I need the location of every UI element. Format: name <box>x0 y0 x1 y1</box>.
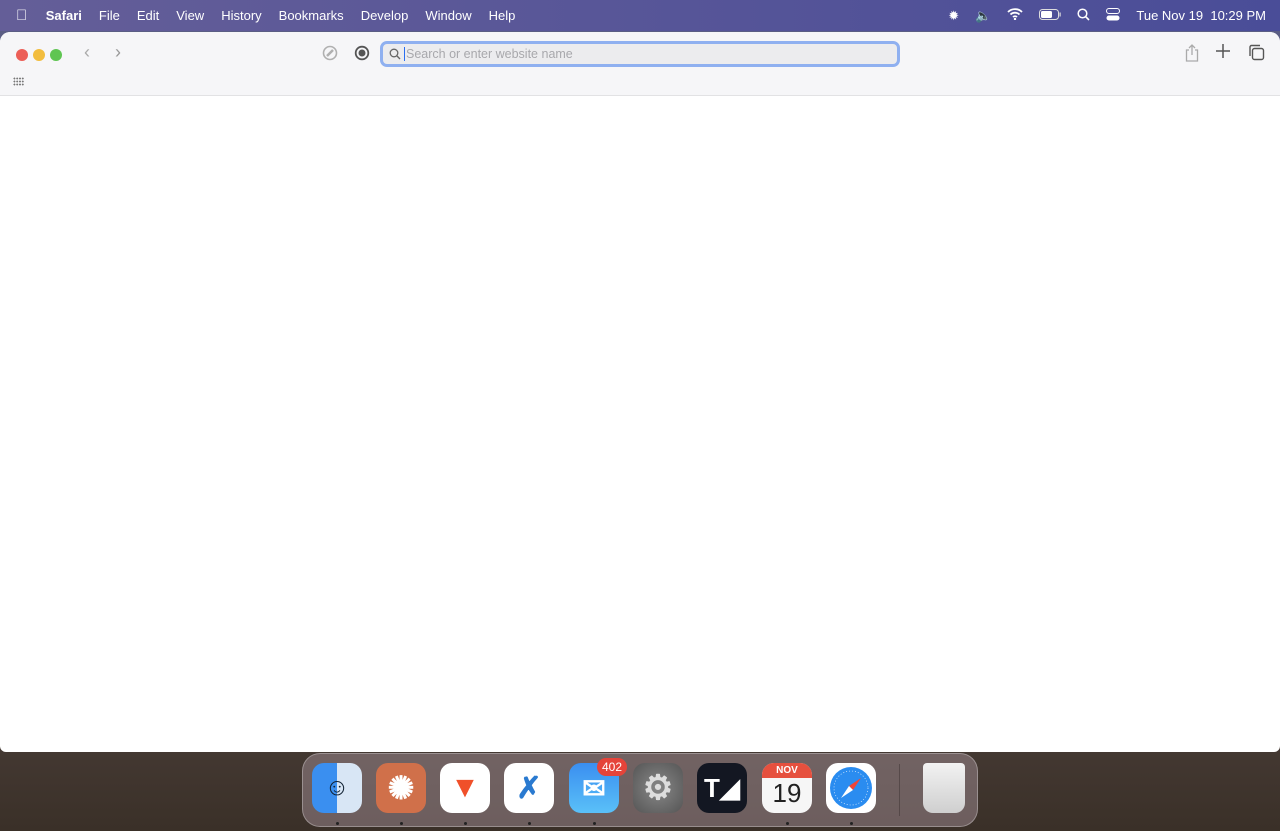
perplexity-icon: ✺ <box>387 770 415 806</box>
control-center-icon[interactable] <box>1106 7 1121 24</box>
toolbar: ‹ › Search or enter website name <box>0 32 1280 96</box>
tradingview-logo-icon: T◢ <box>704 772 740 803</box>
text-caret <box>404 47 405 61</box>
battery-icon[interactable] <box>1039 8 1062 23</box>
search-icon <box>389 48 401 60</box>
privacy-report-icon[interactable] <box>322 45 338 66</box>
menu-develop[interactable]: Develop <box>352 8 417 23</box>
menu-history[interactable]: History <box>213 8 270 23</box>
perplexity-status-icon[interactable]: ✹ <box>948 8 959 24</box>
finder-face-icon: ☺ <box>324 774 350 801</box>
extension-icon[interactable] <box>354 45 370 66</box>
dock-mail[interactable]: ✉ 402 <box>569 758 627 813</box>
dock-trash[interactable] <box>923 763 965 813</box>
menu-help[interactable]: Help <box>480 8 524 23</box>
running-indicator <box>593 822 596 825</box>
menu-bar:  Safari File Edit View History Bookmark… <box>0 0 1280 31</box>
menu-app-name[interactable]: Safari <box>37 8 90 23</box>
safari-compass-icon <box>830 767 872 809</box>
dock-system-settings[interactable]: ⚙ <box>633 763 683 813</box>
menu-edit[interactable]: Edit <box>128 8 167 23</box>
dock-safari[interactable] <box>826 763 876 813</box>
calendar-month: NOV <box>762 763 812 778</box>
zoom-button[interactable] <box>50 49 62 61</box>
dock-separator <box>899 764 900 816</box>
running-indicator <box>336 822 339 825</box>
dock-tradingview[interactable]: T◢ <box>697 763 747 813</box>
running-indicator <box>400 822 403 825</box>
tab-overview-icon[interactable] <box>1248 44 1265 66</box>
gear-icon: ⚙ <box>642 769 674 807</box>
vscode-icon: ✗ <box>516 771 542 805</box>
mail-envelope-icon: ✉ <box>582 772 606 804</box>
share-icon[interactable] <box>1185 44 1199 67</box>
dock-calendar[interactable]: NOV 19 <box>762 763 812 813</box>
clock[interactable]: Tue Nov 19 10:29 PM <box>1136 8 1266 23</box>
dock-vscode[interactable]: ✗ <box>504 763 554 813</box>
calendar-day: 19 <box>772 778 802 808</box>
dock-finder[interactable]: ☺ <box>312 763 362 813</box>
new-tab-icon[interactable] <box>1215 43 1231 64</box>
menu-window[interactable]: Window <box>417 8 480 23</box>
dock-perplexity[interactable]: ✺ <box>376 763 426 813</box>
address-placeholder: Search or enter website name <box>406 47 573 61</box>
volume-icon[interactable]: 🔈 <box>975 8 991 24</box>
menu-view[interactable]: View <box>168 8 213 23</box>
menu-file[interactable]: File <box>90 8 128 23</box>
dock-brave[interactable]: ▼ <box>440 763 490 813</box>
forward-icon[interactable]: › <box>115 42 121 63</box>
back-icon[interactable]: ‹ <box>84 42 90 63</box>
wifi-icon[interactable] <box>1007 8 1024 23</box>
dock: ☺ ✺ ▼ ✗ ✉ 402 ⚙ T◢ NOV 19 <box>302 753 978 827</box>
running-indicator <box>464 822 467 825</box>
brave-lion-icon: ▼ <box>450 771 480 804</box>
running-indicator <box>528 822 531 825</box>
date: Tue Nov 19 <box>1136 8 1204 23</box>
spotlight-search-icon[interactable] <box>1077 7 1090 24</box>
mail-badge: 402 <box>596 758 627 776</box>
safari-window: ‹ › Search or enter website name <box>0 32 1280 752</box>
running-indicator <box>850 822 853 825</box>
favorites-grid-icon[interactable] <box>13 77 24 86</box>
apple-menu-icon[interactable]:  <box>0 7 37 24</box>
running-indicator <box>786 822 789 825</box>
menu-bookmarks[interactable]: Bookmarks <box>270 8 352 23</box>
minimize-button[interactable] <box>33 49 45 61</box>
address-bar[interactable]: Search or enter website name <box>380 41 900 67</box>
close-button[interactable] <box>16 49 28 61</box>
time: 10:29 PM <box>1210 8 1266 23</box>
